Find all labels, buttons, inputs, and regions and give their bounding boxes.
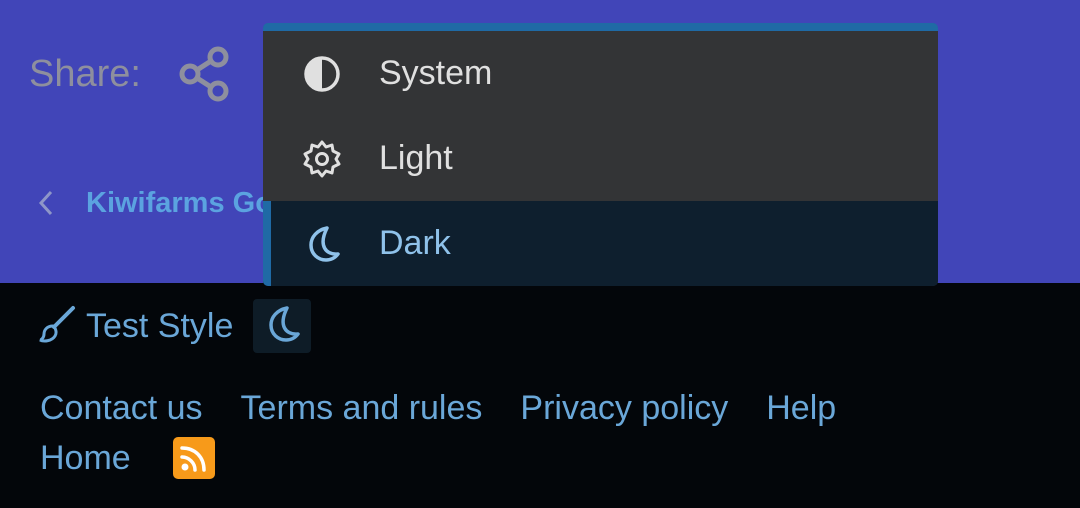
theme-option-label: Dark <box>379 224 451 262</box>
breadcrumb-label: Kiwifarms Go <box>86 186 273 219</box>
theme-option-light[interactable]: Light <box>263 116 938 201</box>
theme-toggle-button[interactable] <box>253 299 312 353</box>
theme-option-system[interactable]: System <box>263 31 938 116</box>
moon-icon <box>303 225 341 263</box>
share-label: Share: <box>29 53 141 95</box>
home-link[interactable]: Home <box>40 433 131 483</box>
theme-menu: System Light Dark <box>263 23 938 286</box>
rss-icon[interactable] <box>172 437 215 479</box>
share-icon[interactable] <box>178 45 230 108</box>
chevron-left-icon <box>36 183 56 223</box>
breadcrumb[interactable]: Kiwifarms Go <box>36 183 273 223</box>
help-link[interactable]: Help <box>766 383 836 433</box>
half-circle-icon <box>303 55 341 93</box>
footer: Test Style Contact us Terms and rules Priv… <box>0 283 1080 508</box>
gear-icon <box>303 140 341 178</box>
footer-links: Contact us Terms and rules Privacy policy H… <box>40 383 1040 433</box>
home-row: Home <box>40 433 215 483</box>
style-chooser: Test Style <box>38 299 312 353</box>
moon-icon <box>263 305 301 348</box>
terms-link[interactable]: Terms and rules <box>241 383 483 433</box>
theme-option-label: Light <box>379 139 453 177</box>
paintbrush-icon <box>38 305 76 348</box>
theme-option-dark[interactable]: Dark <box>263 201 938 286</box>
style-chooser-link[interactable]: Test Style <box>86 307 233 346</box>
contact-us-link[interactable]: Contact us <box>40 383 203 433</box>
theme-option-label: System <box>379 54 493 92</box>
privacy-policy-link[interactable]: Privacy policy <box>520 383 728 433</box>
